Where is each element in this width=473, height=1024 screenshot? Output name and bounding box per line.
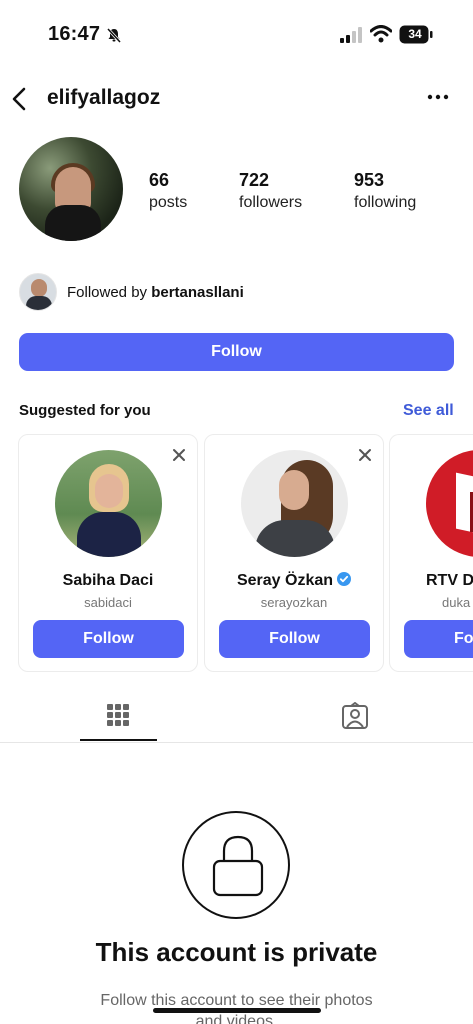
suggestion-card[interactable]: RTV D duka Fo (389, 434, 473, 672)
followed-by-row[interactable]: Followed by bertanasllani (19, 273, 419, 313)
profile-avatar[interactable] (19, 137, 123, 241)
status-bar: 16:47 34 (0, 0, 473, 70)
status-time: 16:47 (48, 23, 101, 45)
profile-header: elifyallagoz (0, 80, 473, 120)
private-subtitle-line: and videos. (195, 1013, 278, 1024)
home-indicator[interactable] (153, 1008, 321, 1013)
suggested-title: Suggested for you (19, 402, 151, 419)
private-title: This account is private (95, 937, 378, 967)
stat-value: 722 (239, 170, 270, 190)
follow-button[interactable]: Follow (19, 333, 454, 371)
suggestion-name: Sabiha Daci (62, 572, 154, 589)
page-title: elifyallagoz (47, 86, 161, 109)
stat-label: posts (149, 194, 188, 211)
stat-followers[interactable]: 722 followers (239, 170, 302, 212)
stat-posts[interactable]: 66 posts (149, 170, 187, 212)
avatar (19, 273, 57, 311)
more-horizontal-icon[interactable] (424, 89, 452, 105)
tab-tagged[interactable] (316, 695, 393, 741)
avatar[interactable] (241, 450, 348, 557)
follow-button[interactable]: Follow (33, 620, 184, 658)
tagged-icon (342, 702, 368, 729)
chevron-left-icon[interactable] (8, 84, 32, 114)
suggestion-card[interactable]: Sabiha Daci sabidaci Follow (18, 434, 198, 672)
suggestion-name-row: Seray Özkan (205, 572, 383, 590)
close-icon[interactable] (357, 447, 373, 463)
wifi-icon (370, 25, 392, 43)
follow-button[interactable]: Fo (404, 620, 473, 658)
private-subtitle-line: Follow this account to see their photos (100, 992, 373, 1009)
signal-icon (340, 27, 362, 43)
see-all-link[interactable]: See all (403, 402, 454, 420)
suggestion-handle: sabidaci (84, 595, 132, 610)
verified-badge-icon (337, 572, 352, 586)
stat-following[interactable]: 953 following (354, 170, 416, 212)
stat-value: 66 (149, 170, 170, 190)
tab-posts-grid[interactable] (80, 695, 157, 741)
battery-level: 34 (408, 27, 422, 41)
stat-label: followers (239, 194, 303, 211)
grid-icon (107, 704, 129, 726)
suggestion-card[interactable]: Seray Özkan serayozkan Follow (204, 434, 384, 672)
lock-icon (212, 835, 264, 897)
private-lock-badge (182, 811, 290, 919)
suggestion-handle: duka (442, 595, 471, 610)
suggestion-name: Seray Özkan (236, 572, 334, 589)
avatar[interactable] (426, 450, 473, 557)
stat-label: following (354, 194, 417, 211)
avatar[interactable] (55, 450, 162, 557)
suggestion-handle: serayozkan (260, 595, 328, 610)
private-subtitle: Follow this account to see their photos … (0, 990, 473, 1024)
bell-off-icon (106, 27, 122, 43)
stat-value: 953 (354, 170, 385, 190)
suggestion-name: RTV D (426, 572, 473, 589)
followed-by-text: Followed by bertanasllani (67, 284, 244, 301)
close-icon[interactable] (171, 447, 187, 463)
profile-tabs (0, 695, 473, 743)
follow-button[interactable]: Follow (219, 620, 370, 658)
followed-by-username[interactable]: bertanasllani (151, 284, 244, 301)
